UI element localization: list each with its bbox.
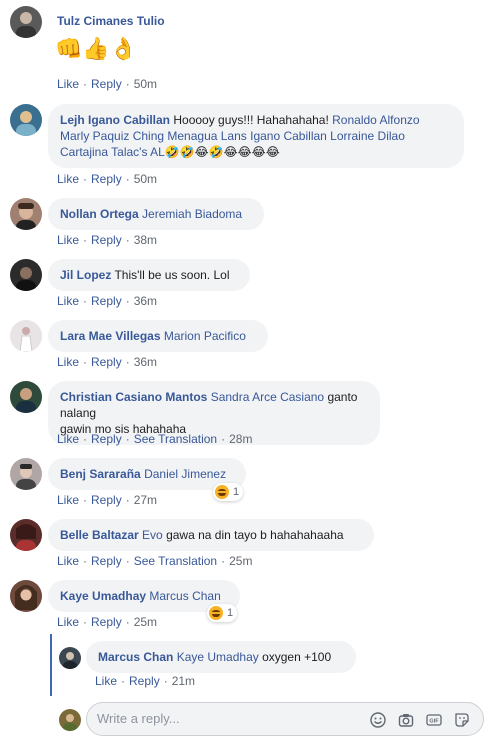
reply-thread-line [50, 634, 52, 696]
reply-link[interactable]: Reply [91, 554, 122, 568]
avatar[interactable] [10, 381, 42, 413]
comment-bubble: Marcus Chan Kaye Umadhay oxygen +100 [86, 641, 356, 673]
comment-author[interactable]: Benj Sararaña [60, 467, 141, 481]
comment-actions: Like · Reply · 36m [57, 355, 158, 369]
comment-actions: Like · Reply · 27m [57, 493, 158, 507]
emoji-content: 🤣🤣😂🤣😂😂😂😂 [164, 145, 280, 159]
comment-actions: Like · Reply · 36m [57, 294, 158, 308]
like-link[interactable]: Like [95, 674, 117, 688]
reply-composer: GIF [86, 702, 484, 736]
sticker-icon[interactable] [453, 711, 471, 729]
like-link[interactable]: Like [57, 554, 79, 568]
haha-reaction-icon [209, 606, 223, 620]
reply-link[interactable]: Reply [91, 493, 122, 507]
timestamp[interactable]: 50m [134, 172, 157, 186]
avatar[interactable] [10, 259, 42, 291]
mention[interactable]: Sandra Arce Casiano [211, 390, 324, 404]
comment-actions: Like · Reply · 25m [57, 615, 158, 629]
like-link[interactable]: Like [57, 493, 79, 507]
comment-text: gawa na din tayo b hahahahaaha [162, 528, 344, 542]
reaction-count: 1 [227, 607, 234, 619]
haha-reaction-icon [215, 485, 229, 499]
comment-bubble: Jil Lopez This'll be us soon. Lol [48, 259, 250, 291]
avatar[interactable] [10, 519, 42, 551]
reaction-badge[interactable]: 1 [213, 483, 244, 501]
camera-icon[interactable] [397, 711, 415, 729]
comment-bubble: Nollan Ortega Jeremiah Biadoma [48, 198, 264, 230]
mention[interactable]: Cartajina Talac's AL [60, 145, 165, 159]
mention[interactable]: Marion Pacifico [164, 329, 246, 343]
comment-actions: Like · Reply · 50m [57, 172, 158, 186]
avatar[interactable] [10, 104, 42, 136]
timestamp[interactable]: 25m [229, 554, 252, 568]
comment-author[interactable]: Tulz Cimanes Tulio [57, 14, 165, 28]
reply-link[interactable]: Reply [91, 172, 122, 186]
reaction-count: 1 [233, 486, 240, 498]
comment-author[interactable]: Kaye Umadhay [60, 589, 146, 603]
comment-bubble: Lara Mae Villegas Marion Pacifico [48, 320, 268, 352]
timestamp[interactable]: 50m [134, 77, 157, 91]
comment-bubble: Lejh Igano Cabillan Hooooy guys!!! Hahah… [48, 104, 464, 168]
comment-actions: Like · Reply · 38m [57, 233, 158, 247]
reply-link[interactable]: Reply [91, 355, 122, 369]
comment-author[interactable]: Nollan Ortega [60, 207, 139, 221]
mention[interactable]: Marcus Chan [149, 589, 220, 603]
see-translation-link[interactable]: See Translation [134, 432, 217, 446]
mention[interactable]: Ronaldo Alfonzo [332, 113, 419, 127]
mention[interactable]: Evo [142, 528, 163, 542]
like-link[interactable]: Like [57, 233, 79, 247]
comment-author[interactable]: Christian Casiano Mantos [60, 390, 207, 404]
like-link[interactable]: Like [57, 355, 79, 369]
reply-link[interactable]: Reply [91, 615, 122, 629]
like-link[interactable]: Like [57, 294, 79, 308]
comment-author[interactable]: Lejh Igano Cabillan [60, 113, 170, 127]
avatar[interactable] [10, 580, 42, 612]
comment-actions: Like · Reply · 50m [57, 77, 158, 91]
like-link[interactable]: Like [57, 172, 79, 186]
mention[interactable]: Marly Paquiz Ching Menagua Lans Igano Ca… [60, 129, 405, 143]
timestamp[interactable]: 36m [134, 355, 157, 369]
like-link[interactable]: Like [57, 432, 79, 446]
timestamp[interactable]: 25m [134, 615, 157, 629]
emoji-content: 👊👍👌 [55, 36, 138, 61]
see-translation-link[interactable]: See Translation [134, 554, 217, 568]
comment-actions: Like · Reply · See Translation · 28m [57, 432, 253, 446]
reply-link[interactable]: Reply [91, 432, 122, 446]
reply-input[interactable] [97, 711, 347, 726]
mention[interactable]: Daniel Jimenez [144, 467, 226, 481]
avatar[interactable] [10, 458, 42, 490]
comment-author[interactable]: Marcus Chan [98, 650, 173, 664]
comment-actions: Like · Reply · 21m [95, 674, 196, 688]
reply-link[interactable]: Reply [91, 233, 122, 247]
timestamp[interactable]: 38m [134, 233, 157, 247]
comment-text: oxygen +100 [258, 650, 332, 664]
comment-author[interactable]: Jil Lopez [60, 268, 111, 282]
comment-author[interactable]: Lara Mae Villegas [60, 329, 161, 343]
svg-text:GIF: GIF [429, 719, 439, 725]
current-user-avatar [59, 709, 81, 731]
mention[interactable]: Kaye Umadhay [177, 650, 259, 664]
comment-text: This'll be us soon. Lol [114, 268, 230, 282]
smiley-icon[interactable] [369, 711, 387, 729]
timestamp[interactable]: 21m [172, 674, 195, 688]
like-link[interactable]: Like [57, 615, 79, 629]
gif-icon[interactable]: GIF [425, 711, 443, 729]
comment-actions: Like · Reply · See Translation · 25m [57, 554, 253, 568]
like-link[interactable]: Like [57, 77, 79, 91]
reply-link[interactable]: Reply [129, 674, 160, 688]
avatar[interactable] [10, 198, 42, 230]
avatar[interactable] [10, 320, 42, 352]
reply-link[interactable]: Reply [91, 77, 122, 91]
reply-link[interactable]: Reply [91, 294, 122, 308]
comment-text: Hooooy guys!!! Hahahahaha! [173, 113, 333, 127]
avatar[interactable] [59, 647, 81, 669]
comment-author[interactable]: Belle Baltazar [60, 528, 139, 542]
timestamp[interactable]: 28m [229, 432, 252, 446]
mention[interactable]: Jeremiah Biadoma [142, 207, 242, 221]
timestamp[interactable]: 36m [134, 294, 157, 308]
avatar[interactable] [10, 6, 42, 38]
comment-bubble: Belle Baltazar Evo gawa na din tayo b ha… [48, 519, 374, 551]
timestamp[interactable]: 27m [134, 493, 157, 507]
reaction-badge[interactable]: 1 [207, 604, 238, 622]
